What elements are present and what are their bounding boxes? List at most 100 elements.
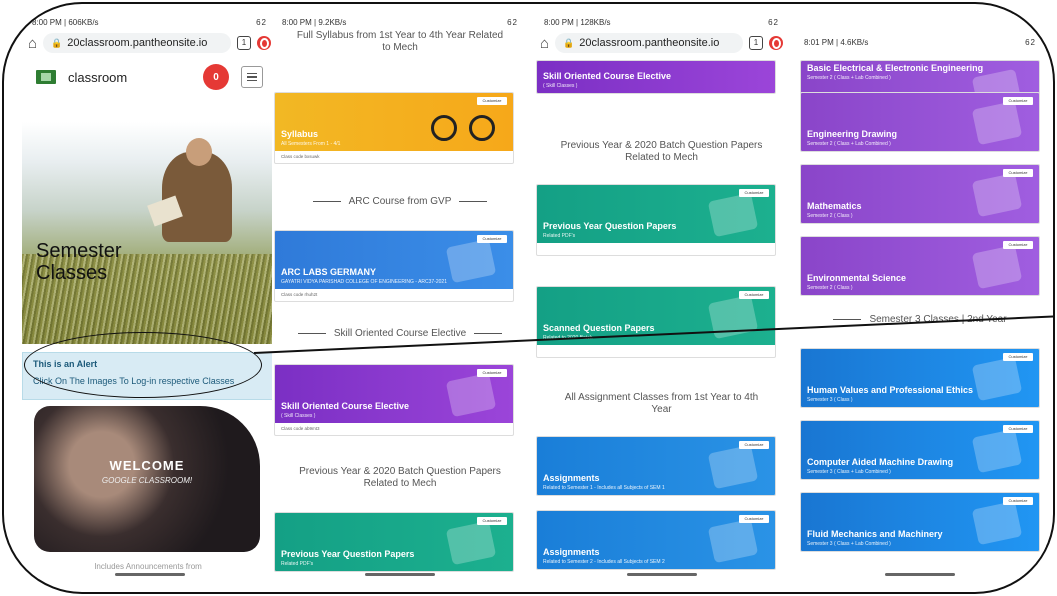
lock-icon: 🔒 [563,37,575,48]
card-image: Customize Scanned Question Papers Relate… [537,287,775,345]
phone-screen-4: 8:01 PM | 4.6KB/s 62 Basic Electrical & … [794,14,1046,579]
notebook-icon [707,518,759,564]
class-card-prev-papers[interactable]: Customize Previous Year Question Papers … [274,512,514,572]
divider-skill: Skill Oriented Course Elective [272,328,528,339]
status-bar: 8:00 PM | 128KB/s 62 [534,14,789,30]
card-image: Customize Human Values and Professional … [801,349,1039,407]
class-card-human-values[interactable]: Customize Human Values and Professional … [800,348,1040,408]
card-image: Customize Syllabus All Semesters From 1 … [275,93,513,151]
card-title: Human Values and Professional Ethics [807,385,974,395]
card-image: Customize Assignments Related to Semeste… [537,437,775,495]
class-card-maths[interactable]: Customize Mathematics Semester 2 ( Class… [800,164,1040,224]
card-subtitle: Related PDF's [281,561,314,567]
divider-sem3: Semester 3 Classes | 2nd Year [794,314,1046,325]
address-bar[interactable]: 🔒 20classroom.pantheonsite.io [555,33,743,53]
gesture-bar [365,573,435,576]
card-title: Fluid Mechanics and Machinery [807,529,943,539]
card-image: Skill Oriented Course Elective ( Skill C… [537,61,775,93]
card-title: Environmental Science [807,273,907,283]
card-subtitle: Semester 3 ( Class + Lab Combined ) [807,469,891,475]
card-title: Assignments [543,547,600,557]
phone-screen-3: 8:00 PM | 128KB/s 62 ⌂ 🔒 20classroom.pan… [534,14,789,579]
menu-icon[interactable] [241,66,263,88]
class-card-assign-1[interactable]: Customize Assignments Related to Semeste… [536,436,776,496]
opera-icon[interactable] [769,36,783,50]
welcome-subtitle: GOOGLE CLASSROOM! [101,476,193,485]
class-card-arc[interactable]: Customize ARC LABS GERMANY GAYATRI VIDYA… [274,230,514,302]
lock-icon: 🔒 [51,37,63,48]
class-card-syllabus[interactable]: Customize Syllabus All Semesters From 1 … [274,92,514,164]
customize-button[interactable]: Customize [477,97,507,105]
card-image: Customize Skill Oriented Course Elective… [275,365,513,423]
address-bar[interactable]: 🔒 20classroom.pantheonsite.io [43,33,231,53]
gesture-bar [885,573,955,576]
card-subtitle: Related to Semester 1 - Includes all Sub… [543,485,665,491]
hero-banner: Semester Classes [22,122,274,344]
microscope-icon [971,500,1023,546]
site-name[interactable]: classroom [68,70,191,85]
hero-title: Semester Classes [36,240,122,284]
card-subtitle: Related to Semester 2 - Includes all Sub… [543,559,665,565]
bicycle-icon [431,111,495,141]
card-image: Customize Assignments Related to Semeste… [537,511,775,569]
class-card-skill[interactable]: Skill Oriented Course Elective ( Skill C… [536,60,776,94]
opera-icon[interactable] [257,36,271,50]
card-image: Customize ARC LABS GERMANY GAYATRI VIDYA… [275,231,513,289]
gesture-bar [626,573,697,576]
tablet-icon [707,192,759,238]
card-title: Previous Year Question Papers [281,549,415,559]
card-subtitle: ( Skill Classes ) [543,83,578,89]
laptop-icon [971,172,1023,218]
card-title: Computer Aided Machine Drawing [807,457,954,467]
laptop-icon [971,244,1023,290]
gesture-bar [114,573,185,576]
section-heading-prev: Previous Year & 2020 Batch Question Pape… [299,466,501,489]
card-subtitle: GAYATRI VIDYA PARISHAD COLLEGE OF ENGINE… [281,279,447,285]
class-card-drawing[interactable]: Customize Engineering Drawing Semester 2… [800,92,1040,152]
section-heading-syllabus: Full Syllabus from 1st Year to 4th Year … [296,30,504,53]
battery-level: 62 [256,17,267,27]
divider-label: Skill Oriented Course Elective [333,328,467,339]
logo-icon[interactable] [36,70,56,84]
class-card-skill[interactable]: Customize Skill Oriented Course Elective… [274,364,514,436]
notification-badge[interactable]: 0 [203,64,229,90]
divider-arc: ARC Course from GVP [272,196,528,207]
home-icon[interactable]: ⌂ [540,35,549,52]
tabs-icon[interactable]: 1 [237,36,251,50]
class-card-cad[interactable]: Customize Computer Aided Machine Drawing… [800,420,1040,480]
card-subtitle: Semester 2 ( Class ) [807,285,853,291]
class-card-fluid[interactable]: Customize Fluid Mechanics and Machinery … [800,492,1040,552]
class-card-scanned-papers[interactable]: Customize Scanned Question Papers Relate… [536,286,776,358]
class-card-prev-papers[interactable]: Customize Previous Year Question Papers … [536,184,776,256]
battery-level: 62 [768,17,779,27]
class-card-assign-2[interactable]: Customize Assignments Related to Semeste… [536,510,776,570]
status-time: 8:00 PM | 606KB/s [32,17,99,27]
screenshot-collage: 8:00 PM | 606KB/s 62 ⌂ 🔒 20classroom.pan… [2,2,1055,594]
status-bar: 8:00 PM | 9.2KB/s 62 [272,14,528,30]
card-subtitle: Semester 2 ( Class + Lab Combined ) [807,141,891,147]
card-subtitle: ( Skill Classes ) [281,413,316,419]
phone-screen-1: 8:00 PM | 606KB/s 62 ⌂ 🔒 20classroom.pan… [22,14,277,579]
card-subtitle: All Semesters From 1 - 4/1 [281,141,341,147]
card-subtitle: Semester 2 ( Class + Lab Combined ) [807,75,891,81]
card-image: Customize Previous Year Question Papers … [537,185,775,243]
welcome-banner[interactable]: WELCOME GOOGLE CLASSROOM! [34,406,260,552]
card-image: Customize Computer Aided Machine Drawing… [801,421,1039,479]
browser-toolbar: ⌂ 🔒 20classroom.pantheonsite.io 1 [22,30,277,56]
phone-screen-2: 8:00 PM | 9.2KB/s 62 Full Syllabus from … [272,14,528,579]
card-title: Basic Electrical & Electronic Engineerin… [807,63,984,73]
home-icon[interactable]: ⌂ [28,35,37,52]
card-meta: Class code rhuh2t [281,292,318,297]
bowling-icon [445,372,497,418]
status-time: 8:00 PM | 128KB/s [544,17,611,27]
class-card-env[interactable]: Customize Environmental Science Semester… [800,236,1040,296]
card-subtitle: Semester 3 ( Class ) [807,397,853,403]
browser-toolbar: ⌂ 🔒 20classroom.pantheonsite.io 1 [534,30,789,56]
annotation-oval [24,332,262,398]
card-title: Scanned Question Papers [543,323,655,333]
card-image: Customize Previous Year Question Papers … [275,513,513,571]
card-title: Mathematics [807,201,862,211]
section-heading-assign: All Assignment Classes from 1st Year to … [564,392,759,415]
card-title: Engineering Drawing [807,129,898,139]
tabs-icon[interactable]: 1 [749,36,763,50]
